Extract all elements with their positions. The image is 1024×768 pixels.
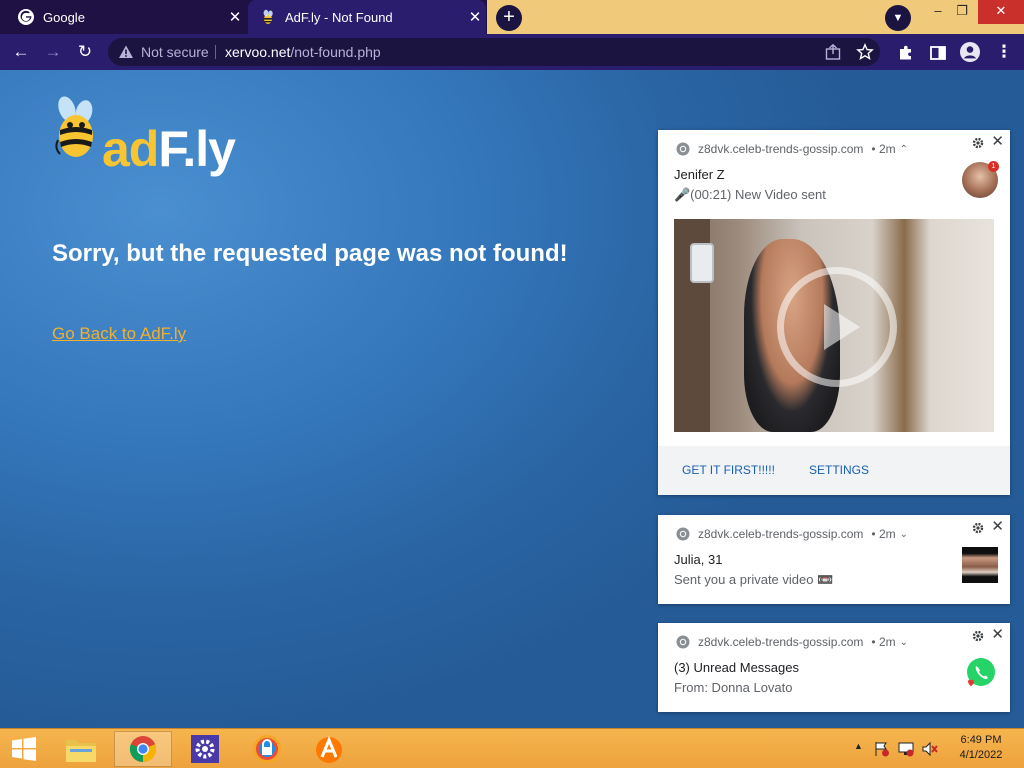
tab-adfly[interactable]: AdF.ly - Not Found ✕ [248, 0, 486, 34]
not-secure-label[interactable]: Not secure [141, 38, 209, 66]
restore-button[interactable]: ❐ [946, 0, 978, 24]
go-back-link[interactable]: Go Back to AdF.ly [52, 324, 186, 344]
clock-time: 6:49 PM [960, 734, 1002, 746]
bee-logo-icon [55, 96, 93, 157]
show-hidden-icons-icon[interactable]: ▲ [854, 741, 863, 751]
url-host: xervoo.net [225, 44, 291, 60]
system-clock[interactable]: 6:49 PM 4/1/2022 [950, 733, 1012, 763]
notification-source: z8dvk.celeb-trends-gossip.com [698, 527, 864, 541]
omnibox-divider [215, 45, 216, 59]
notification-message: From: Donna Lovato [674, 680, 793, 695]
close-icon[interactable]: ✕ [991, 625, 1004, 643]
notification-time: • 2m [871, 142, 896, 156]
avast-app-button[interactable] [300, 731, 358, 767]
notification-title: Julia, 31 [674, 552, 723, 567]
gear-icon[interactable] [972, 137, 984, 149]
settings-button[interactable]: SETTINGS [809, 463, 869, 477]
windows-logo-icon [12, 737, 36, 761]
address-bar[interactable]: Not secure xervoo.net/not-found.php [108, 38, 880, 66]
notification-message: Sent you a private video 📼 [674, 572, 834, 587]
notification-time: • 2m [871, 635, 896, 649]
volume-muted-icon[interactable] [922, 741, 938, 757]
error-heading: Sorry, but the requested page was not fo… [52, 240, 568, 267]
play-icon[interactable] [824, 304, 860, 350]
expand-chevron-icon[interactable]: ⌄ [900, 529, 908, 540]
taskbar: ▲ 6:49 PM 4/1/2022 [0, 728, 1024, 768]
url-text[interactable]: xervoo.net/not-found.php [225, 38, 381, 66]
back-arrow-icon[interactable]: ← [8, 40, 34, 64]
thumbnail-phone [690, 243, 714, 283]
start-button[interactable] [0, 731, 48, 767]
notification-message: 🎤(00:21) New Video sent [674, 187, 826, 202]
collapse-chevron-icon[interactable]: ⌃ [900, 144, 908, 155]
browser-toolbar: ← → ↻ Not secure xervoo.net/not-found.ph… [0, 34, 1024, 70]
chrome-small-icon [676, 142, 690, 156]
chrome-taskbar-button[interactable] [114, 731, 172, 767]
chrome-small-icon [676, 635, 690, 649]
file-explorer-button[interactable] [52, 731, 110, 767]
expand-chevron-icon[interactable]: ⌄ [900, 637, 908, 648]
bookmark-star-icon[interactable] [856, 43, 874, 61]
close-icon[interactable]: ✕ [991, 132, 1004, 150]
whatsapp-icon [967, 658, 995, 686]
get-it-first-button[interactable]: GET IT FIRST!!!!! [682, 463, 775, 477]
notification-card[interactable]: z8dvk.celeb-trends-gossip.com • 2m ⌄ ✕ J… [658, 515, 1010, 604]
settings-app-button[interactable] [176, 731, 234, 767]
logo-text-fly: F.ly [158, 121, 236, 177]
folder-icon [66, 740, 96, 762]
network-icon[interactable] [898, 741, 914, 757]
warning-icon[interactable] [118, 44, 134, 60]
chrome-icon [129, 736, 157, 763]
notification-actions: GET IT FIRST!!!!! SETTINGS [658, 446, 1010, 495]
close-tab-icon[interactable]: ✕ [224, 8, 246, 26]
browser-app-button[interactable] [238, 731, 296, 767]
tab-strip: Google ✕ AdF.ly - Not Found ✕ + ▼ – ❐ ✕ [0, 0, 1024, 34]
avast-icon [316, 736, 342, 763]
tab-title: Google [43, 9, 85, 25]
logo-text-ad: ad [102, 121, 159, 177]
notification-card[interactable]: z8dvk.celeb-trends-gossip.com • 2m ⌃ ✕ J… [658, 130, 1010, 495]
close-tab-icon[interactable]: ✕ [464, 8, 486, 26]
share-icon[interactable] [824, 43, 842, 61]
more-menu-icon[interactable]: ⋮ [991, 40, 1017, 64]
notification-header: z8dvk.celeb-trends-gossip.com • 2m ⌄ [676, 634, 908, 650]
gear-icon[interactable] [972, 522, 984, 534]
action-center-flag-icon[interactable] [874, 741, 890, 757]
notification-header: z8dvk.celeb-trends-gossip.com • 2m ⌃ [676, 141, 908, 157]
gear-icon[interactable] [972, 630, 984, 642]
reload-icon[interactable]: ↻ [72, 40, 98, 64]
clock-date: 4/1/2022 [959, 749, 1003, 761]
tab-google[interactable]: Google ✕ [8, 0, 246, 34]
chrome-small-icon [676, 527, 690, 541]
adfly-logo[interactable]: adF.ly [54, 94, 254, 184]
sender-thumbnail [962, 547, 998, 583]
google-favicon-icon [18, 9, 34, 25]
notification-header: z8dvk.celeb-trends-gossip.com • 2m ⌄ [676, 526, 908, 542]
notification-time: • 2m [871, 527, 896, 541]
profile-avatar-icon[interactable] [960, 42, 980, 62]
unread-badge: 1 [988, 161, 999, 172]
tab-title: AdF.ly - Not Found [285, 9, 393, 25]
url-path: /not-found.php [290, 44, 381, 60]
adfly-logo-text: adF.ly [102, 121, 236, 177]
new-tab-button[interactable]: + [496, 5, 522, 31]
notification-title: Jenifer Z [674, 167, 725, 182]
notification-title: (3) Unread Messages [674, 660, 799, 675]
forward-arrow-icon[interactable]: → [40, 40, 66, 64]
tab-search-chevron-icon[interactable]: ▼ [885, 5, 911, 31]
close-window-button[interactable]: ✕ [978, 0, 1024, 24]
video-thumbnail[interactable] [674, 219, 994, 432]
bee-favicon-icon [263, 9, 273, 24]
side-panel-icon[interactable] [929, 44, 947, 62]
extensions-puzzle-icon[interactable] [897, 44, 915, 62]
notification-source: z8dvk.celeb-trends-gossip.com [698, 142, 864, 156]
settings-gear-icon [191, 735, 219, 763]
notification-source: z8dvk.celeb-trends-gossip.com [698, 635, 864, 649]
notification-card[interactable]: z8dvk.celeb-trends-gossip.com • 2m ⌄ ✕ (… [658, 623, 1010, 712]
close-icon[interactable]: ✕ [991, 517, 1004, 535]
browser-app-icon [253, 735, 281, 763]
